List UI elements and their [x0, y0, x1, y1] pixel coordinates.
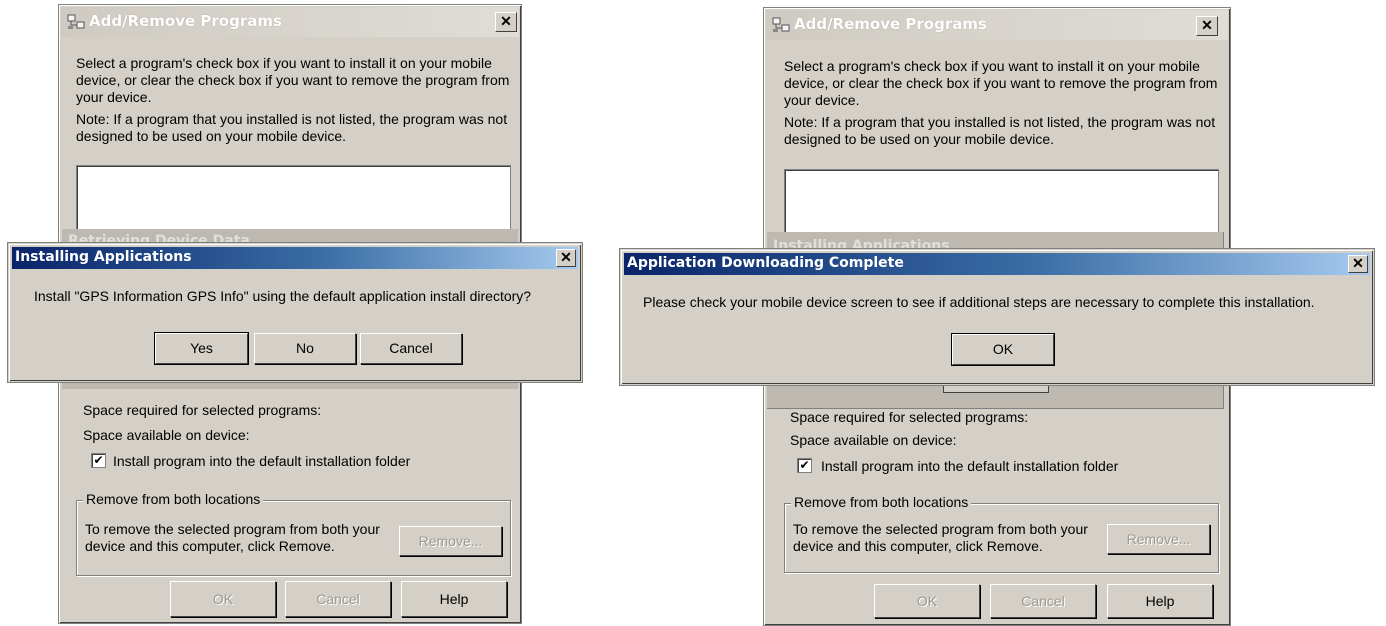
close-icon: ✕ [500, 13, 512, 29]
close-icon: ✕ [560, 249, 572, 265]
remove-group: Remove from both locations To remove the… [76, 491, 511, 576]
remove-group: Remove from both locations To remove the… [784, 494, 1219, 573]
close-button[interactable]: ✕ [1196, 16, 1218, 36]
program-list[interactable] [784, 169, 1219, 241]
note-text: Note: If a program that you installed is… [76, 111, 508, 144]
dialog-title: Installing Applications [15, 249, 192, 265]
ok-button[interactable]: OK [952, 334, 1054, 365]
cancel-button[interactable]: Cancel [360, 333, 462, 364]
add-remove-programs-icon [772, 17, 790, 32]
installing-applications-dialog: Installing Applications ✕ Install "GPS I… [8, 243, 582, 382]
close-icon: ✕ [1352, 255, 1364, 271]
intro-text: Select a program's check box if you want… [784, 58, 1218, 108]
space-required-label: Space required for selected programs: [83, 402, 322, 418]
program-list[interactable] [76, 165, 511, 237]
note-text: Note: If a program that you installed is… [784, 114, 1216, 147]
remove-group-label: Remove from both locations [791, 494, 972, 510]
no-button[interactable]: No [254, 333, 356, 364]
window-titlebar: Add/Remove Programs ✕ [61, 7, 519, 37]
install-default-folder-checkbox[interactable]: ✔ [797, 458, 812, 473]
help-button[interactable]: Help [1107, 584, 1213, 618]
dialog-titlebar: Application Downloading Complete ✕ [624, 253, 1370, 275]
intro-text: Select a program's check box if you want… [76, 55, 510, 105]
space-required-label: Space required for selected programs: [790, 409, 1029, 425]
window-title: Add/Remove Programs [794, 15, 987, 33]
close-icon: ✕ [1201, 17, 1213, 33]
checkmark-icon: ✔ [93, 453, 104, 467]
application-downloading-complete-dialog: Application Downloading Complete ✕ Pleas… [620, 249, 1374, 385]
cancel-button[interactable]: Cancel [285, 581, 391, 617]
remove-group-label: Remove from both locations [83, 491, 264, 507]
close-button[interactable]: ✕ [495, 12, 517, 32]
checkmark-icon: ✔ [799, 458, 810, 472]
dialog-titlebar: Installing Applications ✕ [12, 247, 578, 269]
help-button[interactable]: Help [401, 581, 507, 617]
space-available-label: Space available on device: [790, 432, 957, 448]
yes-button[interactable]: Yes [155, 333, 248, 364]
install-default-folder-label[interactable]: Install program into the default install… [821, 458, 1118, 475]
space-available-label: Space available on device: [83, 427, 250, 443]
remove-button[interactable]: Remove... [1107, 524, 1210, 554]
dialog-close-button[interactable]: ✕ [556, 249, 576, 267]
ok-button[interactable]: OK [170, 581, 276, 617]
window-title: Add/Remove Programs [89, 12, 282, 30]
remove-button[interactable]: Remove... [399, 526, 502, 556]
ok-button[interactable]: OK [874, 584, 980, 618]
dialog-message: Please check your mobile device screen t… [643, 294, 1315, 310]
remove-description: To remove the selected program from both… [793, 521, 1088, 554]
remove-description: To remove the selected program from both… [85, 521, 380, 554]
window-titlebar: Add/Remove Programs ✕ [766, 10, 1228, 40]
add-remove-programs-icon [67, 14, 85, 29]
dialog-title: Application Downloading Complete [627, 255, 904, 271]
cancel-button[interactable]: Cancel [990, 584, 1096, 618]
install-default-folder-checkbox[interactable]: ✔ [91, 453, 106, 468]
dialog-close-button[interactable]: ✕ [1348, 255, 1368, 273]
dialog-message: Install "GPS Information GPS Info" using… [34, 288, 532, 304]
install-default-folder-label[interactable]: Install program into the default install… [113, 453, 410, 470]
